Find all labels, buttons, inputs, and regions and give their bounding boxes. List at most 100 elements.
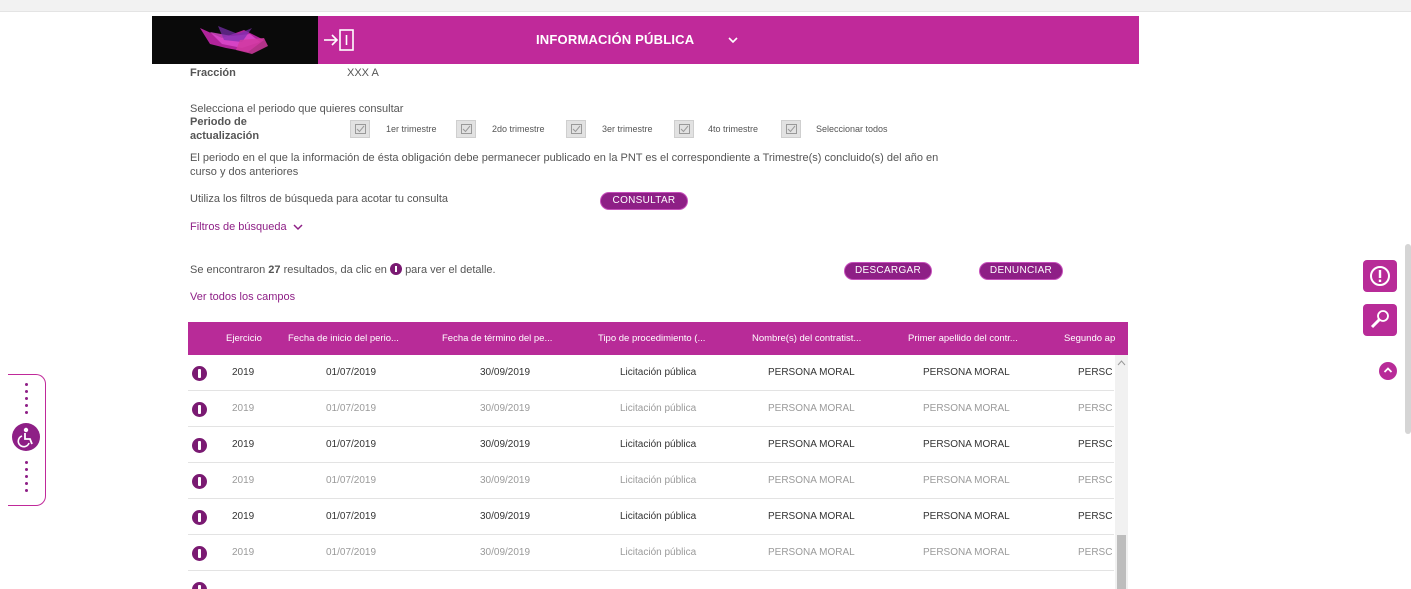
- cell-ejercicio: 2019: [232, 511, 255, 522]
- cell-tipo: Licitación pública: [620, 367, 697, 378]
- periodo-option-label[interactable]: 4to trimestre: [708, 124, 758, 134]
- page-scrollbar[interactable]: [1405, 244, 1411, 434]
- results-suffix: resultados, da clic en: [283, 264, 387, 276]
- scroll-up-arrow-icon[interactable]: [1115, 358, 1128, 368]
- filters-toggle[interactable]: Filtros de búsqueda: [190, 221, 304, 233]
- info-icon[interactable]: [192, 582, 207, 589]
- cell-fecha-termino: 30/09/2019: [480, 439, 531, 450]
- ver-todos-link[interactable]: Ver todos los campos: [190, 291, 295, 303]
- wrench-icon: [1370, 310, 1389, 329]
- table-row[interactable]: 2019 01/07/2019 30/09/2019 Licitación pú…: [188, 499, 1114, 535]
- alert-button[interactable]: [1363, 260, 1397, 292]
- scroll-top-button[interactable]: [1379, 362, 1397, 380]
- cell-primer-apellido: PERSONA MORAL: [923, 367, 1010, 378]
- info-icon: [390, 263, 402, 275]
- arrow-up-icon: [1383, 367, 1393, 373]
- cell-segundo-apellido: PERSC: [1078, 511, 1113, 522]
- cell-ejercicio: 2019: [232, 403, 255, 414]
- column-header[interactable]: Ejercicio: [226, 322, 262, 355]
- cell-fecha-termino: 30/09/2019: [480, 475, 531, 486]
- periodo-option-label[interactable]: 1er trimestre: [386, 124, 437, 134]
- cell-primer-apellido: PERSONA MORAL: [923, 439, 1010, 450]
- table-scrollbar[interactable]: [1115, 355, 1128, 589]
- results-suffix-after: para ver el detalle.: [405, 264, 496, 276]
- cell-ejercicio: 2019: [232, 439, 255, 450]
- cell-nombre: PERSONA MORAL: [768, 511, 855, 522]
- results-prefix: Se encontraron: [190, 264, 266, 276]
- tools-button[interactable]: [1363, 304, 1397, 336]
- checkbox-4to-trimestre[interactable]: [674, 120, 694, 138]
- cell-nombre: PERSONA MORAL: [768, 547, 855, 558]
- table-row[interactable]: 2019 01/07/2019 30/09/2019 Licitación pú…: [188, 463, 1114, 499]
- cell-segundo-apellido: PERSC: [1078, 403, 1113, 414]
- login-icon[interactable]: [322, 25, 356, 55]
- cell-segundo-apellido: PERSC: [1078, 367, 1113, 378]
- info-icon[interactable]: [192, 438, 207, 453]
- cell-fecha-termino: 30/09/2019: [480, 403, 531, 414]
- cell-fecha-inicio: 01/07/2019: [326, 511, 377, 522]
- periodo-option-label[interactable]: 2do trimestre: [492, 124, 545, 134]
- cell-segundo-apellido: PERSC: [1078, 475, 1113, 486]
- accessibility-icon[interactable]: [12, 423, 40, 451]
- table-body: 2019 01/07/2019 30/09/2019 Licitación pú…: [188, 355, 1128, 589]
- fraccion-value: XXX A: [347, 67, 379, 79]
- column-header[interactable]: Nombre(s) del contratist...: [752, 322, 861, 355]
- cell-fecha-inicio: 01/07/2019: [326, 439, 377, 450]
- table-row[interactable]: 2019 01/07/2019 30/09/2019 Licitación pú…: [188, 391, 1114, 427]
- table-scrollbar-thumb[interactable]: [1117, 535, 1126, 589]
- fraccion-label: Fracción: [190, 67, 236, 79]
- descargar-button[interactable]: DESCARGAR: [845, 263, 931, 279]
- dots-decoration: [25, 461, 28, 496]
- site-header: INFORMACIÓN PÚBLICA: [152, 16, 1139, 64]
- cell-tipo: Licitación pública: [620, 547, 697, 558]
- cell-nombre: PERSONA MORAL: [768, 439, 855, 450]
- periodo-note-line1: El periodo en el que la información de é…: [190, 152, 939, 164]
- checkbox-1er-trimestre[interactable]: [350, 120, 370, 138]
- info-icon[interactable]: [192, 402, 207, 417]
- cell-segundo-apellido: PERSC: [1078, 439, 1113, 450]
- info-icon[interactable]: [192, 510, 207, 525]
- consultar-button[interactable]: CONSULTAR: [601, 193, 687, 209]
- cell-tipo: Licitación pública: [620, 511, 697, 522]
- table-row[interactable]: 2019 01/07/2019 30/09/2019 Licitación pú…: [188, 427, 1114, 463]
- cell-fecha-termino: 30/09/2019: [480, 547, 531, 558]
- table-header: Ejercicio Fecha de inicio del perio... F…: [188, 322, 1128, 355]
- periodo-option-label[interactable]: 3er trimestre: [602, 124, 653, 134]
- cell-fecha-inicio: 01/07/2019: [326, 547, 377, 558]
- column-header[interactable]: Fecha de inicio del perio...: [288, 322, 399, 355]
- cell-tipo: Licitación pública: [620, 403, 697, 414]
- site-logo[interactable]: [152, 16, 318, 64]
- checkbox-seleccionar-todos[interactable]: [781, 120, 801, 138]
- table-row-partial[interactable]: [188, 571, 1114, 589]
- column-header[interactable]: Primer apellido del contr...: [908, 322, 1018, 355]
- results-summary: Se encontraron 27 resultados, da clic en…: [190, 263, 496, 276]
- column-header[interactable]: Fecha de término del pe...: [442, 322, 552, 355]
- denunciar-button[interactable]: DENUNCIAR: [980, 263, 1062, 279]
- accessibility-tab[interactable]: [8, 374, 46, 506]
- table-row[interactable]: 2019 01/07/2019 30/09/2019 Licitación pú…: [188, 535, 1114, 571]
- periodo-label-line2: actualización: [190, 130, 260, 142]
- periodo-label-line1: Periodo de: [190, 116, 247, 128]
- check-icon: [786, 124, 797, 134]
- header-title[interactable]: INFORMACIÓN PÚBLICA: [536, 16, 694, 64]
- check-icon: [355, 124, 366, 134]
- periodo-option-label[interactable]: Seleccionar todos: [816, 124, 888, 134]
- chevron-down-icon: [293, 224, 303, 231]
- column-header[interactable]: Tipo de procedimiento (...: [598, 322, 705, 355]
- chevron-down-icon[interactable]: [726, 33, 740, 47]
- check-icon: [679, 124, 690, 134]
- filters-toggle-label: Filtros de búsqueda: [190, 221, 287, 233]
- cell-fecha-termino: 30/09/2019: [480, 367, 531, 378]
- cell-nombre: PERSONA MORAL: [768, 403, 855, 414]
- table-row[interactable]: 2019 01/07/2019 30/09/2019 Licitación pú…: [188, 355, 1114, 391]
- info-icon[interactable]: [192, 474, 207, 489]
- periodo-prompt: Selecciona el periodo que quieres consul…: [190, 103, 404, 115]
- check-icon: [571, 124, 582, 134]
- column-header[interactable]: Segundo ap: [1064, 322, 1115, 355]
- info-icon[interactable]: [192, 546, 207, 561]
- info-icon[interactable]: [192, 366, 207, 381]
- checkbox-2do-trimestre[interactable]: [456, 120, 476, 138]
- checkbox-3er-trimestre[interactable]: [566, 120, 586, 138]
- alert-icon: [1370, 266, 1390, 286]
- cell-segundo-apellido: PERSC: [1078, 547, 1113, 558]
